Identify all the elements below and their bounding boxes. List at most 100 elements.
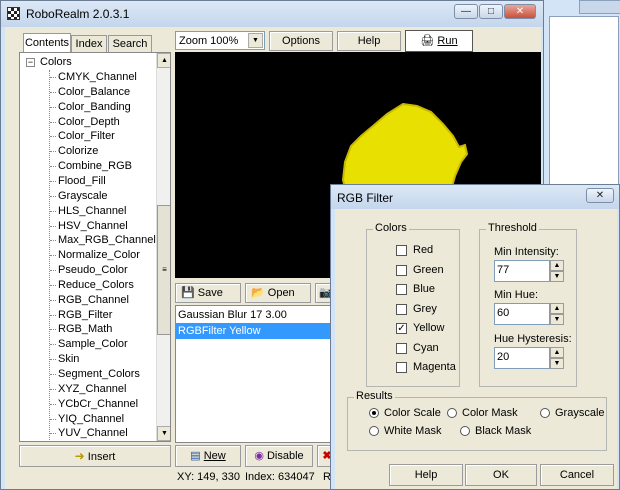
disable-button[interactable]: ◉ Disable [245,445,313,467]
scroll-down-icon[interactable]: ▼ [157,426,170,441]
tree-item[interactable]: XYZ_Channel [20,382,155,397]
color-checkbox-label[interactable]: Blue [413,283,435,295]
scroll-up-icon[interactable]: ▲ [157,53,170,68]
scroll-thumb[interactable]: ≡ [157,205,170,335]
results-radio-label[interactable]: Black Mask [475,425,531,437]
tree-item[interactable]: Flood_Fill [20,174,155,189]
color-checkbox[interactable] [396,342,407,354]
tree-connector [50,299,56,301]
results-radio-label[interactable]: Grayscale [555,407,605,419]
pipeline-item-rgbfilter[interactable]: RGBFilter Yellow [176,323,336,339]
tree-item[interactable]: Reduce_Colors [20,278,155,293]
ok-button[interactable]: OK [465,464,537,486]
color-checkbox[interactable] [396,362,407,373]
tree-item[interactable]: Pseudo_Color [20,263,155,278]
insert-button[interactable]: ➜ Insert [19,445,171,467]
tree-item[interactable]: RGB_Math [20,322,155,337]
spin-up-icon[interactable]: ▲ [550,347,564,358]
maximize-button[interactable]: □ [479,4,503,19]
spin-up-icon[interactable]: ▲ [550,260,564,271]
tab-index[interactable]: Index [71,35,107,53]
tree-item[interactable]: Sample_Color [20,337,155,352]
min-intensity-input[interactable]: 77 [494,260,550,282]
tree-item[interactable]: Max_RGB_Channel [20,233,156,248]
tree-item[interactable]: Grayscale [20,189,155,204]
hue-hysteresis-stepper[interactable]: 20 ▲ ▼ [494,347,566,369]
cancel-button[interactable]: Cancel [540,464,614,486]
tree-item[interactable]: Combine_RGB [20,159,155,174]
results-list: Color Scale Color Mask Grayscale White Mask… [348,398,606,450]
tree-item[interactable]: Color_Depth [20,115,155,130]
results-group: Results Color Scale Color Mask Grayscale Wh… [347,390,607,451]
color-checkbox-label[interactable]: Magenta [413,361,456,373]
new-icon: ▤ [190,450,201,462]
color-checkbox[interactable] [396,264,407,276]
tree-item[interactable]: Color_Balance [20,85,155,100]
close-button[interactable]: ✕ [504,4,536,19]
results-radio-label[interactable]: White Mask [384,425,441,437]
zoom-select[interactable]: Zoom 100% ▼ [175,31,265,50]
tree-item[interactable]: HLS_Channel [20,204,155,219]
tree-item[interactable]: HSV_Channel [20,219,155,234]
save-button[interactable]: 💾 Save [175,283,241,303]
color-checkbox-label[interactable]: Yellow [413,322,444,334]
tree-item[interactable]: Color_Filter [20,129,155,144]
title-bar: RoboRealm 2.0.3.1 — □ ✕ [1,1,543,27]
color-checkbox-label[interactable]: Red [413,244,433,256]
color-checkbox-label[interactable]: Grey [413,303,437,315]
tree-item[interactable]: YUV_Channel [20,426,155,441]
tree-scrollbar[interactable]: ▲ ≡ ▼ [156,53,170,441]
tree-item[interactable]: Normalize_Color [20,248,155,263]
min-hue-stepper[interactable]: 60 ▲ ▼ [494,303,566,325]
tree-item[interactable]: YCbCr_Channel [20,397,155,412]
color-checkbox[interactable] [396,284,407,295]
tree-item[interactable]: CMYK_Channel [20,70,155,85]
options-button[interactable]: Options [269,31,333,51]
min-intensity-stepper[interactable]: 77 ▲ ▼ [494,260,566,282]
colors-list: Red Green Blue Grey ✓ Yellow Cyan Magenta [367,230,459,386]
tree-collapse-icon[interactable]: − [26,58,35,67]
color-checkbox-label[interactable]: Cyan [413,342,439,354]
color-checkbox[interactable]: ✓ [396,323,407,334]
open-button[interactable]: 📂 Open [245,283,311,303]
tree-list: CMYK_Channel Color_Balance Color_Banding Co… [20,70,160,441]
dialog-close-button[interactable]: ✕ [586,188,614,203]
color-checkbox-label[interactable]: Green [413,264,444,276]
spin-down-icon[interactable]: ▼ [550,271,564,282]
tree-item[interactable]: RGB_Channel [20,293,155,308]
run-button[interactable]: 🖨 Run [405,30,473,52]
tree-connector [50,121,56,123]
spin-down-icon[interactable]: ▼ [550,314,564,325]
results-radio[interactable] [369,426,379,436]
results-radio[interactable] [460,426,470,436]
color-checkbox[interactable] [396,303,407,315]
tree-connector [50,91,56,93]
tab-search[interactable]: Search [108,35,152,53]
hue-hysteresis-input[interactable]: 20 [494,347,550,369]
results-radio[interactable] [540,408,550,418]
tree-item[interactable]: Colorize [20,144,155,159]
tree-item[interactable]: Segment_Colors [20,367,155,382]
tree-item[interactable]: Skin [20,352,155,367]
dialog-help-button[interactable]: Help [389,464,463,486]
results-radio-label[interactable]: Color Scale [384,407,441,419]
tree-root-label[interactable]: Colors [40,56,72,68]
chevron-down-icon[interactable]: ▼ [248,33,263,48]
tree-item-label: Color_Depth [58,115,120,128]
tab-contents[interactable]: Contents [23,33,71,53]
tree-item[interactable]: RGB_Filter [20,308,155,323]
pipeline-item-gaussian[interactable]: Gaussian Blur 17 3.00 [178,308,334,323]
results-radio[interactable] [447,408,457,418]
help-button[interactable]: Help [337,31,401,51]
spin-up-icon[interactable]: ▲ [550,303,564,314]
minimize-button[interactable]: — [454,4,478,19]
new-button[interactable]: ▤ New [175,445,241,467]
tree-item[interactable]: YIQ_Channel [20,412,155,427]
tree-item[interactable]: Color_Banding [20,100,155,115]
tree-item-label: Flood_Fill [58,174,106,187]
results-radio[interactable] [369,408,379,418]
spin-down-icon[interactable]: ▼ [550,358,564,369]
color-checkbox[interactable] [396,245,407,256]
results-radio-label[interactable]: Color Mask [462,407,518,419]
min-hue-input[interactable]: 60 [494,303,550,325]
